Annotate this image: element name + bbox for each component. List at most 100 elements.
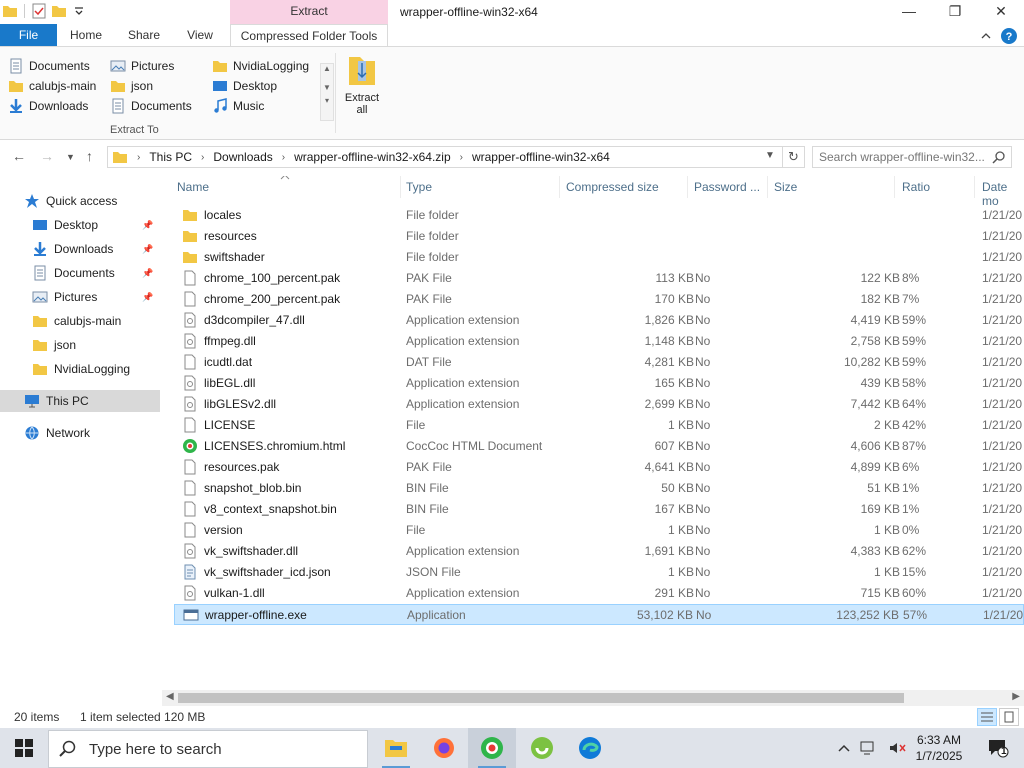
taskbar-app-green[interactable] — [518, 728, 566, 768]
location-calubjs-main[interactable]: calubjs-main — [8, 77, 96, 95]
nav-item-documents[interactable]: Documents 📌 — [0, 262, 160, 284]
horizontal-scrollbar[interactable]: ◀ ▶ — [162, 690, 1024, 706]
tab-view[interactable]: View — [176, 24, 224, 46]
tab-file[interactable]: File — [0, 24, 57, 46]
taskbar-coccoc[interactable] — [468, 728, 516, 768]
breadcrumb-zip[interactable]: wrapper-offline-win32-x64.zip — [294, 150, 451, 164]
scroll-right-icon[interactable]: ▶ — [1012, 691, 1020, 702]
chevron-right-icon[interactable]: › — [282, 152, 285, 163]
file-row[interactable]: version File 1 KB No 1 KB 0% 1/21/20 — [174, 520, 1024, 541]
column-password[interactable]: Password ... — [694, 180, 760, 194]
start-button[interactable] — [0, 728, 48, 768]
file-row[interactable]: vulkan-1.dll Application extension 291 KB N… — [174, 583, 1024, 604]
file-row[interactable]: chrome_200_percent.pak PAK File 170 KB No 18… — [174, 289, 1024, 310]
collapse-ribbon-icon[interactable] — [980, 30, 992, 42]
location-documents-2[interactable]: Documents — [110, 97, 192, 115]
tab-share[interactable]: Share — [120, 24, 168, 46]
file-row[interactable]: snapshot_blob.bin BIN File 50 KB No 51 KB 1% 1… — [174, 478, 1024, 499]
file-row[interactable]: d3dcompiler_47.dll Application extension 1… — [174, 310, 1024, 331]
breadcrumb-folder[interactable]: wrapper-offline-win32-x64 — [472, 150, 610, 164]
column-type[interactable]: Type — [406, 180, 432, 194]
location-documents[interactable]: Documents — [8, 57, 90, 75]
network-status-icon[interactable] — [860, 741, 878, 755]
address-bar[interactable]: › This PC › Downloads › wrapper-offline-… — [107, 146, 783, 168]
scrollbar-thumb[interactable] — [178, 693, 904, 703]
scroll-up-icon[interactable]: ▲ — [321, 64, 333, 73]
scroll-down-icon[interactable]: ▼ — [321, 83, 333, 92]
file-row[interactable]: icudtl.dat DAT File 4,281 KB No 10,282 KB 59%… — [174, 352, 1024, 373]
tab-home[interactable]: Home — [62, 24, 110, 46]
location-pictures[interactable]: Pictures — [110, 57, 174, 75]
file-row[interactable]: ffmpeg.dll Application extension 1,148 KB N… — [174, 331, 1024, 352]
file-row[interactable]: vk_swiftshader.dll Application extension 1… — [174, 541, 1024, 562]
taskbar-file-explorer[interactable] — [372, 728, 420, 768]
location-desktop[interactable]: Desktop — [212, 77, 277, 95]
forward-icon[interactable]: → — [40, 148, 54, 164]
refresh-button[interactable]: ↻ — [783, 146, 805, 168]
details-view-button[interactable] — [977, 708, 997, 726]
column-divider[interactable] — [974, 176, 975, 198]
nav-item-calubjs-main[interactable]: calubjs-main — [0, 310, 160, 332]
column-size[interactable]: Size — [774, 180, 797, 194]
chevron-right-icon[interactable]: › — [137, 152, 140, 163]
column-divider[interactable] — [559, 176, 560, 198]
new-folder-icon[interactable] — [51, 3, 67, 19]
file-row[interactable]: swiftshader File folder 1/21/20 — [174, 247, 1024, 268]
properties-icon[interactable] — [31, 3, 47, 19]
taskbar-clock[interactable]: 6:33 AM 1/7/2025 — [906, 732, 972, 764]
nav-item-downloads[interactable]: Downloads 📌 — [0, 238, 160, 260]
location-json[interactable]: json — [110, 77, 153, 95]
column-divider[interactable] — [894, 176, 895, 198]
file-row[interactable]: libEGL.dll Application extension 165 KB No 4… — [174, 373, 1024, 394]
search-input[interactable]: Search wrapper-offline-win32... — [812, 146, 1012, 168]
customize-qat-icon[interactable] — [71, 3, 87, 19]
nav-item-this-pc[interactable]: This PC — [0, 390, 160, 412]
file-row[interactable]: LICENSE File 1 KB No 2 KB 42% 1/21/20 — [174, 415, 1024, 436]
large-icons-view-button[interactable] — [999, 708, 1019, 726]
file-row[interactable]: libGLESv2.dll Application extension 2,699 … — [174, 394, 1024, 415]
extract-all-button[interactable]: Extract all — [342, 53, 382, 116]
help-icon[interactable]: ? — [1000, 27, 1018, 45]
location-music[interactable]: Music — [212, 97, 264, 115]
scroll-left-icon[interactable]: ◀ — [166, 691, 174, 702]
file-row[interactable]: wrapper-offline.exe Application 53,102 KB N… — [174, 604, 1024, 625]
volume-muted-icon[interactable] — [888, 741, 906, 755]
locations-scroll[interactable]: ▲ ▼ ▾ — [320, 63, 334, 121]
file-row[interactable]: LICENSES.chromium.html CocCoc HTML Docume… — [174, 436, 1024, 457]
minimize-button[interactable]: — — [886, 0, 932, 24]
file-row[interactable]: v8_context_snapshot.bin BIN File 167 KB No 1… — [174, 499, 1024, 520]
taskbar-search-box[interactable]: Type here to search — [48, 730, 368, 768]
tab-compressed-folder-tools[interactable]: Compressed Folder Tools — [230, 24, 388, 46]
column-compressed-size[interactable]: Compressed size — [566, 180, 659, 194]
breadcrumb-this-pc[interactable]: This PC — [149, 150, 192, 164]
column-date-modified[interactable]: Date mo — [982, 180, 1024, 208]
chevron-right-icon[interactable]: › — [460, 152, 463, 163]
taskbar-edge[interactable] — [566, 728, 614, 768]
breadcrumb-downloads[interactable]: Downloads — [213, 150, 272, 164]
column-name[interactable]: Name — [177, 180, 209, 194]
notification-center-button[interactable]: 1 — [978, 728, 1018, 768]
file-row[interactable]: resources.pak PAK File 4,641 KB No 4,899 KB 6… — [174, 457, 1024, 478]
column-divider[interactable] — [767, 176, 768, 198]
more-icon[interactable]: ▾ — [321, 96, 333, 105]
address-dropdown-icon[interactable]: ▼ — [765, 150, 775, 161]
nav-item-nvidialogging[interactable]: NvidiaLogging — [0, 358, 160, 380]
column-ratio[interactable]: Ratio — [902, 180, 930, 194]
nav-item-network[interactable]: Network — [0, 422, 160, 444]
back-icon[interactable]: ← — [12, 148, 26, 164]
file-row[interactable]: chrome_100_percent.pak PAK File 113 KB No 12… — [174, 268, 1024, 289]
nav-item-pictures[interactable]: Pictures 📌 — [0, 286, 160, 308]
nav-item-desktop[interactable]: Desktop 📌 — [0, 214, 160, 236]
location-nvidialogging[interactable]: NvidiaLogging — [212, 57, 309, 75]
file-row[interactable]: locales File folder 1/21/20 — [174, 205, 1024, 226]
show-hidden-icons-icon[interactable] — [838, 743, 850, 753]
recent-locations-icon[interactable]: ▼ — [66, 152, 75, 162]
close-button[interactable]: ✕ — [978, 0, 1024, 24]
column-divider[interactable] — [687, 176, 688, 198]
maximize-button[interactable]: ❐ — [932, 0, 978, 24]
nav-item-json[interactable]: json — [0, 334, 160, 356]
location-downloads[interactable]: Downloads — [8, 97, 88, 115]
taskbar-firefox[interactable] — [420, 728, 468, 768]
file-row[interactable]: vk_swiftshader_icd.json JSON File 1 KB No 1 … — [174, 562, 1024, 583]
up-icon[interactable]: ↑ — [86, 148, 93, 164]
